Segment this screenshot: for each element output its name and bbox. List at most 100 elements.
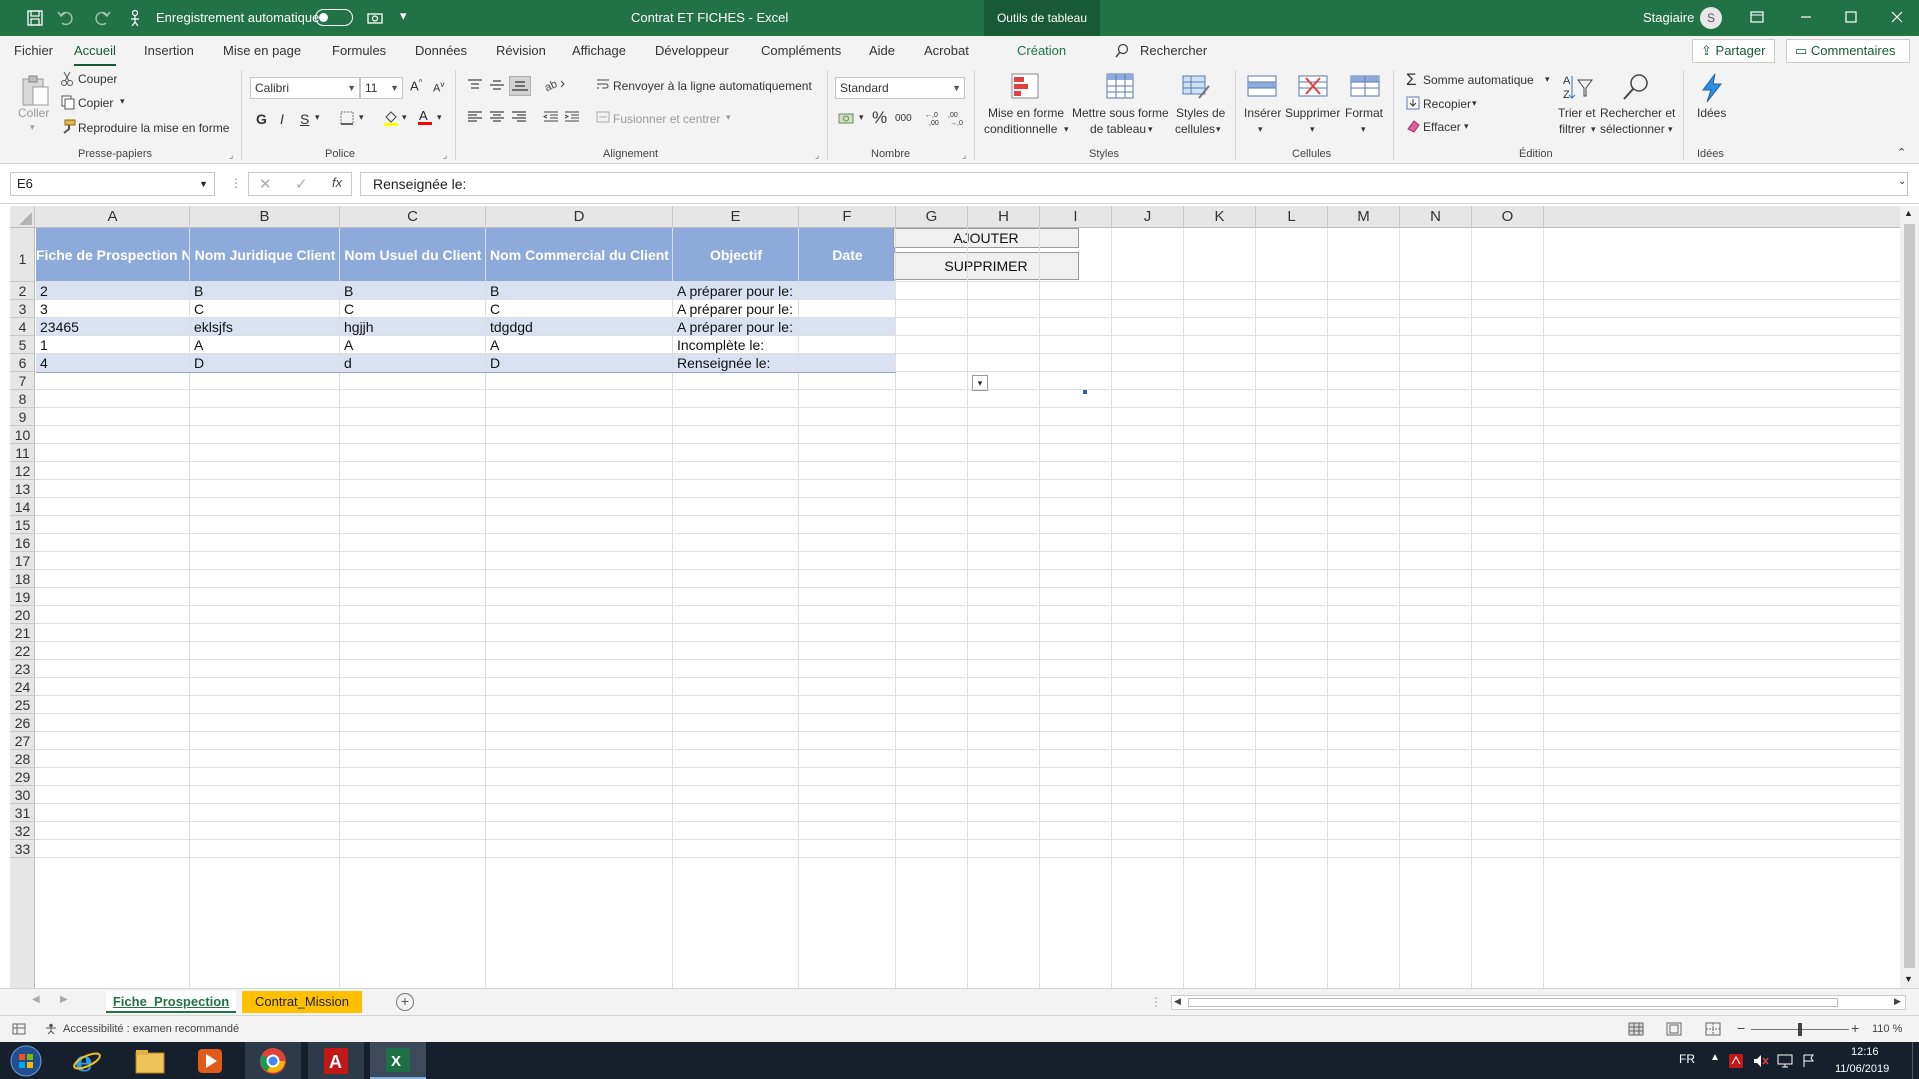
align-middle-icon[interactable]: [489, 78, 505, 92]
close-icon[interactable]: [1886, 6, 1908, 28]
font-color-dropdown-icon[interactable]: ▾: [437, 112, 442, 123]
table-header-cell[interactable]: Nom Usuel du Client: [340, 228, 486, 282]
next-sheet-icon[interactable]: ▶: [60, 994, 68, 1005]
column-header[interactable]: K: [1184, 206, 1256, 228]
autosum-dropdown-icon[interactable]: ▾: [1545, 74, 1550, 85]
scroll-up-icon[interactable]: ▲: [1904, 208, 1913, 218]
page-break-view-icon[interactable]: [1705, 1022, 1721, 1036]
row-header[interactable]: 26: [10, 714, 35, 732]
row-header[interactable]: 23: [10, 660, 35, 678]
tab-acrobat[interactable]: Acrobat: [924, 43, 969, 58]
ideas-icon[interactable]: [1697, 72, 1729, 104]
network-icon[interactable]: [1776, 1053, 1794, 1069]
collapse-ribbon-icon[interactable]: ⌃: [1897, 146, 1906, 159]
conditional-formatting-label-line2[interactable]: conditionnelle: [984, 122, 1057, 136]
column-header[interactable]: D: [486, 206, 673, 228]
zoom-slider-thumb[interactable]: [1798, 1023, 1802, 1036]
thousands-separator-button[interactable]: 000: [895, 113, 912, 124]
row-header[interactable]: 24: [10, 678, 35, 696]
cell-styles-label-line2[interactable]: cellules: [1175, 122, 1215, 136]
page-layout-view-icon[interactable]: [1666, 1022, 1682, 1036]
table-resize-handle[interactable]: [1083, 390, 1087, 394]
tab-design[interactable]: Création: [1017, 43, 1066, 58]
row-header[interactable]: 27: [10, 732, 35, 750]
tab-developer[interactable]: Développeur: [655, 43, 729, 58]
chevron-down-icon[interactable]: ▼: [199, 173, 208, 195]
row-header[interactable]: 8: [10, 390, 35, 408]
more-options-icon[interactable]: ⋮: [230, 176, 242, 190]
sort-filter-label-line1[interactable]: Trier et: [1558, 106, 1596, 120]
find-select-label-line2[interactable]: sélectionner: [1600, 122, 1665, 136]
column-header[interactable]: O: [1472, 206, 1544, 228]
row-header[interactable]: 19: [10, 588, 35, 606]
input-language[interactable]: FR: [1679, 1052, 1695, 1066]
show-desktop-button[interactable]: [1912, 1042, 1919, 1079]
decrease-font-icon[interactable]: Av: [433, 80, 444, 95]
bold-button[interactable]: G: [256, 111, 267, 127]
scroll-right-icon[interactable]: ▶: [1894, 996, 1901, 1007]
row-header[interactable]: 2: [10, 282, 35, 300]
customize-quick-access-icon[interactable]: ▾: [400, 8, 407, 24]
format-cells-icon[interactable]: [1349, 72, 1381, 104]
minimize-icon[interactable]: [1795, 6, 1817, 28]
zoom-out-icon[interactable]: −: [1737, 1020, 1745, 1036]
row-header[interactable]: 5: [10, 336, 35, 354]
font-size-dropdown[interactable]: 11 ▼: [360, 77, 403, 99]
increase-indent-icon[interactable]: [564, 110, 580, 124]
worksheet-grid[interactable]: ABCDEFGHIJKLMNO 1 2 3 4 5 6 7 8 9 10 11 12 13 14 15 16 1…: [10, 206, 1900, 988]
confirm-entry-icon[interactable]: ✓: [295, 175, 308, 193]
formula-input[interactable]: Renseignée le:: [360, 172, 1908, 196]
paste-icon[interactable]: [20, 74, 52, 106]
number-launcher-icon[interactable]: ⌟: [962, 150, 966, 161]
increase-font-icon[interactable]: A^: [410, 78, 422, 93]
conditional-formatting-dropdown-icon[interactable]: ▾: [1064, 124, 1069, 135]
column-header[interactable]: N: [1400, 206, 1472, 228]
align-left-icon[interactable]: [467, 110, 483, 124]
file-explorer-icon[interactable]: [134, 1047, 166, 1075]
row-header[interactable]: 15: [10, 516, 35, 534]
expand-formula-bar-icon[interactable]: ⌄: [1898, 176, 1906, 187]
alignment-launcher-icon[interactable]: ⌟: [815, 150, 819, 161]
sheet-tab-contrat-mission[interactable]: Contrat_Mission: [242, 991, 362, 1013]
row-header[interactable]: 12: [10, 462, 35, 480]
normal-view-icon[interactable]: [1628, 1022, 1644, 1036]
tab-split-handle[interactable]: ⋮: [1150, 995, 1162, 1009]
find-select-dropdown-icon[interactable]: ▾: [1668, 124, 1673, 135]
format-as-table-icon[interactable]: [1105, 72, 1137, 104]
format-painter-icon[interactable]: [60, 119, 76, 135]
format-as-table-label-line2[interactable]: de tableau: [1090, 122, 1146, 136]
format-dropdown-icon[interactable]: ▾: [1361, 124, 1366, 135]
column-header[interactable]: A: [36, 206, 190, 228]
tab-formulas[interactable]: Formules: [332, 43, 386, 58]
accessibility-status[interactable]: Accessibilité : examen recommandé: [63, 1023, 239, 1035]
row-header[interactable]: 9: [10, 408, 35, 426]
column-header[interactable]: L: [1256, 206, 1328, 228]
chrome-taskbar-button[interactable]: [245, 1042, 301, 1079]
clipboard-launcher-icon[interactable]: ⌟: [229, 150, 233, 161]
volume-muted-icon[interactable]: [1752, 1053, 1770, 1069]
insert-dropdown-icon[interactable]: ▾: [1258, 124, 1263, 135]
row-header[interactable]: 33: [10, 840, 35, 858]
find-select-icon[interactable]: [1620, 72, 1652, 104]
row-header[interactable]: 4: [10, 318, 35, 336]
autosum-icon[interactable]: Σ: [1406, 70, 1417, 90]
fill-dropdown-icon[interactable]: ▾: [1472, 98, 1477, 109]
fill-color-icon[interactable]: [382, 109, 400, 127]
align-top-icon[interactable]: [467, 78, 483, 92]
undo-icon[interactable]: [56, 9, 74, 27]
cell-styles-icon[interactable]: [1181, 72, 1213, 104]
column-header[interactable]: H: [968, 206, 1040, 228]
row-header[interactable]: 31: [10, 804, 35, 822]
tab-home[interactable]: Accueil: [74, 43, 116, 67]
format-as-table-dropdown-icon[interactable]: ▾: [1148, 124, 1153, 135]
delete-dropdown-icon[interactable]: ▾: [1310, 124, 1315, 135]
align-center-icon[interactable]: [489, 110, 505, 124]
share-button[interactable]: ⇪ Partager: [1692, 39, 1775, 63]
table-header-cell[interactable]: Nom Juridique Client: [190, 228, 340, 282]
decrease-decimal-icon[interactable]: ,00 →,0: [948, 110, 966, 126]
row-header[interactable]: 14: [10, 498, 35, 516]
row-header[interactable]: 10: [10, 426, 35, 444]
row-header[interactable]: 11: [10, 444, 35, 462]
row-header[interactable]: 13: [10, 480, 35, 498]
zoom-level[interactable]: 110 %: [1872, 1023, 1902, 1035]
